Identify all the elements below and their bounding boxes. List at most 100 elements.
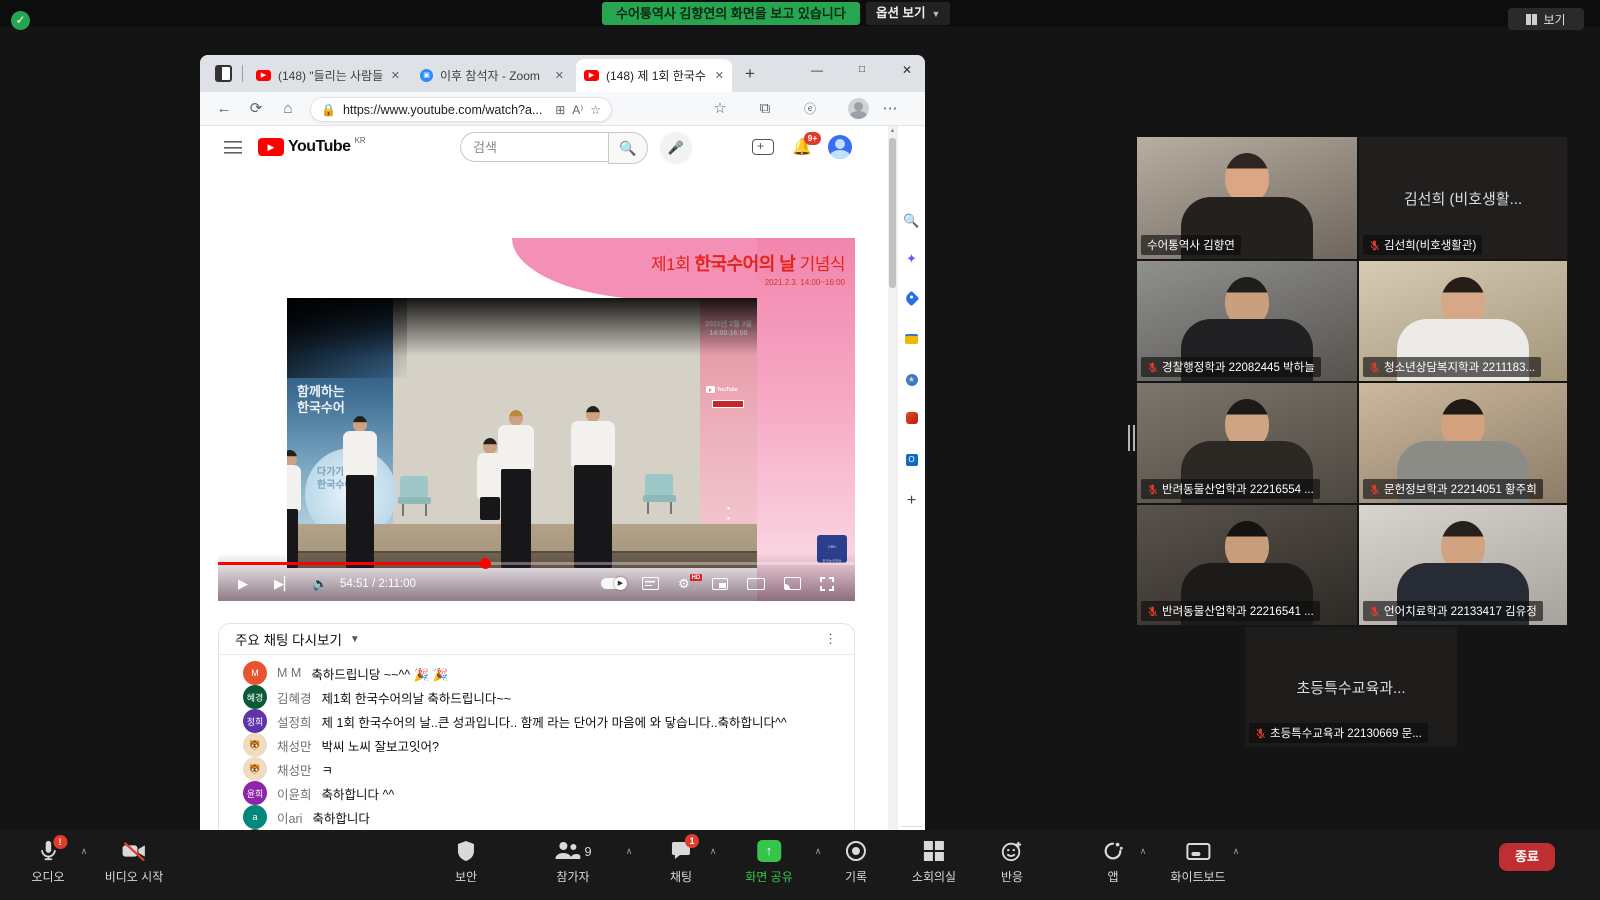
video-subtitle: 2021.2.3. 14:00~16:00 — [485, 278, 845, 287]
search-button[interactable]: 🔍 — [608, 132, 648, 164]
apps-button[interactable]: 앱 — [1102, 839, 1124, 885]
settings-gear-icon[interactable]: ⚙ — [678, 576, 690, 592]
whiteboard-chevron-icon[interactable]: ∧ — [1233, 846, 1240, 857]
apps-chevron-icon[interactable]: ∧ — [1140, 846, 1147, 857]
fullscreen-icon[interactable] — [820, 577, 834, 591]
share-screen-button[interactable]: ↑ 화면 공유 — [745, 839, 793, 885]
hamburger-menu-icon[interactable] — [224, 141, 242, 154]
favorites-bar-icon[interactable]: ☆ — [710, 99, 730, 119]
whiteboard-button[interactable]: 화이트보드 — [1170, 839, 1225, 885]
extension-icon[interactable]: ⓔ — [800, 99, 820, 119]
miniplayer-icon[interactable] — [712, 578, 728, 590]
audio-chevron-icon[interactable]: ∧ — [81, 846, 88, 857]
participant-tile[interactable]: 반려동물산업학과 22216541 ... — [1137, 505, 1357, 625]
sidebar-shopping-icon[interactable] — [903, 289, 921, 307]
youtube-logo[interactable]: ▶ YouTube KR — [258, 138, 366, 156]
favorite-star-icon[interactable]: ☆ — [590, 103, 601, 117]
browser-tab-active[interactable]: ▶ (148) 제 1회 한국수 ✕ — [576, 59, 732, 92]
youtube-play-icon: ▶ — [258, 138, 284, 156]
theater-mode-icon[interactable] — [747, 578, 765, 590]
tab-close-icon[interactable]: ✕ — [391, 69, 400, 82]
read-aloud-icon[interactable]: A⁾ — [572, 103, 583, 117]
browser-tab-1[interactable]: ▶ (148) "들리는 사람들 ✕ — [248, 59, 408, 92]
address-bar[interactable]: 🔒 https://www.youtube.com/watch?a... ⊞ A… — [310, 97, 612, 122]
chat-message-list[interactable]: MM M축하드립니당 ~~^^ 🎉 🎉 혜경김혜경제1회 한국수어의날 축하드립… — [219, 655, 854, 830]
audio-button[interactable]: ! 오디오 — [31, 839, 64, 885]
participants-chevron-icon[interactable]: ∧ — [626, 846, 633, 857]
sidebar-office-icon[interactable] — [903, 409, 921, 427]
start-video-button[interactable]: 비디오 시작 — [105, 839, 164, 885]
breakout-rooms-button[interactable]: 소회의실 — [912, 839, 956, 885]
collections-icon[interactable]: ⧉ — [755, 99, 775, 119]
back-button[interactable]: ← — [214, 99, 234, 119]
captions-icon[interactable] — [642, 577, 659, 590]
tab-close-icon[interactable]: ✕ — [715, 69, 724, 82]
browser-profile-avatar[interactable] — [848, 98, 869, 119]
reactions-button[interactable]: 반응 — [1001, 839, 1023, 885]
sidebar-games-icon[interactable]: ★ — [903, 369, 921, 387]
scroll-up-arrow[interactable]: ▲ — [888, 126, 897, 136]
sidebar-outlook-icon[interactable]: O — [903, 449, 921, 467]
stage-scene: 함께하는한국수어 다가가는한국수어 2021년 2월 3일14:00-16:00… — [287, 298, 757, 568]
participant-tile[interactable]: 언어치료학과 22133417 김유정 — [1359, 505, 1567, 625]
window-minimize-button[interactable]: — — [800, 55, 834, 85]
window-maximize-button[interactable]: □ — [845, 55, 879, 85]
youtube-header: ▶ YouTube KR 🔍 🎤 🔔 9+ — [200, 126, 888, 170]
autoplay-toggle[interactable] — [601, 578, 627, 589]
volume-icon[interactable]: 🔊 — [312, 576, 328, 592]
new-tab-button[interactable]: + — [745, 64, 755, 84]
search-input[interactable] — [460, 132, 608, 162]
view-button[interactable]: 보기 — [1508, 8, 1584, 30]
chat-badge: 1 — [685, 834, 699, 848]
security-button[interactable]: 보안 — [455, 839, 477, 885]
sidebar-copilot-icon[interactable]: ✦ — [903, 250, 921, 268]
participant-tile[interactable]: 문헌정보학과 22214051 황주희 — [1359, 383, 1567, 503]
window-close-button[interactable]: ✕ — [890, 55, 924, 85]
participants-button[interactable]: 9 참가자 — [554, 839, 591, 885]
voice-search-icon[interactable]: 🎤 — [660, 132, 692, 164]
create-video-icon[interactable] — [752, 139, 774, 155]
participant-tile[interactable]: 김선희 (비호생활... 김선희(비호생활관) — [1359, 137, 1567, 259]
home-button[interactable]: ⌂ — [278, 99, 298, 119]
hd-badge: HD — [690, 574, 702, 581]
view-options-button[interactable]: 옵션 보기▼ — [866, 2, 950, 25]
scrollbar-thumb[interactable] — [889, 138, 896, 288]
panel-drag-handle[interactable] — [1128, 425, 1137, 451]
participants-count: 9 — [584, 844, 591, 859]
cast-icon[interactable] — [784, 577, 801, 590]
participant-tile[interactable]: 반려동물산업학과 22216554 ... — [1137, 383, 1357, 503]
participant-name-label: 초등특수교육과 22130669 문... — [1249, 723, 1428, 743]
muted-mic-icon — [1369, 362, 1380, 373]
participant-tile[interactable]: 경찰행정학과 22082445 박하늘 — [1137, 261, 1357, 381]
participant-tile-active-speaker[interactable]: 수어통역사 김향연 — [1137, 137, 1357, 259]
sidebar-search-icon[interactable]: 🔍 — [903, 212, 921, 230]
video-title-overlay: 제1회 한국수어의 날 기념식 2021.2.3. 14:00~16:00 — [485, 250, 845, 287]
tab-actions-button[interactable] — [215, 65, 232, 82]
play-button[interactable]: ▶ — [238, 576, 248, 592]
avatar: M — [243, 661, 267, 685]
youtube-avatar[interactable] — [828, 135, 852, 159]
chat-replay-header[interactable]: 주요 채팅 다시보기 ▼ ⋮ — [219, 624, 854, 655]
chat-menu-icon[interactable]: ⋮ — [824, 631, 838, 647]
browser-tab-strip: ▶ (148) "들리는 사람들 ✕ ▣ 이후 참석자 - Zoom ✕ ▶ (… — [200, 55, 925, 92]
edge-browser-window: ▶ (148) "들리는 사람들 ✕ ▣ 이후 참석자 - Zoom ✕ ▶ (… — [200, 55, 925, 830]
end-meeting-button[interactable]: 종료 — [1499, 843, 1555, 871]
video-player[interactable]: 제1회 한국수어의 날 기념식 2021.2.3. 14:00~16:00 함께… — [218, 238, 855, 601]
page-scrollbar[interactable]: ▲ — [888, 126, 897, 830]
browser-tab-2[interactable]: ▣ 이후 참석자 - Zoom ✕ — [412, 59, 572, 92]
sidebar-add-icon[interactable]: + — [903, 492, 921, 510]
split-screen-icon[interactable]: ⊞ — [555, 103, 565, 117]
tab-close-icon[interactable]: ✕ — [555, 69, 564, 82]
sidebar-tools-icon[interactable] — [903, 329, 921, 347]
participant-name-label: 문헌정보학과 22214051 황주희 — [1363, 479, 1543, 499]
participant-tile[interactable]: 청소년상담복지학과 2211183... — [1359, 261, 1567, 381]
chat-chevron-icon[interactable]: ∧ — [710, 846, 717, 857]
record-button[interactable]: 기록 — [845, 839, 867, 885]
share-chevron-icon[interactable]: ∧ — [815, 846, 822, 857]
next-button[interactable]: ▶▏ — [274, 576, 294, 592]
browser-menu-icon[interactable]: ⋯ — [880, 99, 900, 119]
chair — [643, 474, 677, 512]
chat-button[interactable]: 1 채팅 — [670, 839, 692, 885]
refresh-button[interactable]: ⟳ — [246, 99, 266, 119]
participant-tile[interactable]: 초등특수교육과... 초등특수교육과 22130669 문... — [1245, 627, 1457, 747]
